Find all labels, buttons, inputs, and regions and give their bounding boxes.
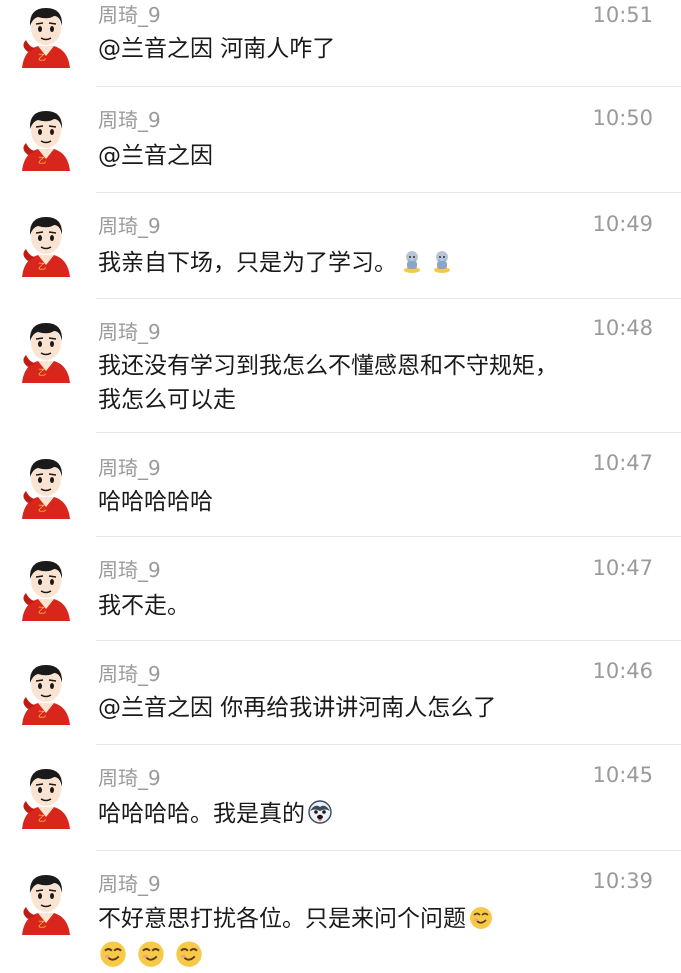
comment-item[interactable]: 乙 周琦_9 10:50 @兰音之因 [0,87,681,193]
avatar[interactable]: 乙 [16,763,76,829]
avatar[interactable]: 乙 [16,105,76,171]
avatar[interactable]: 乙 [16,869,76,935]
svg-text:乙: 乙 [38,710,46,719]
username[interactable]: 周琦_9 [98,765,161,791]
timestamp: 10:45 [592,763,653,787]
comment-item[interactable]: 乙 周琦_9 10:49 我亲自下场，只是为了学习。 [0,193,681,299]
timestamp: 10:51 [592,3,653,27]
avatar[interactable]: 乙 [16,555,76,621]
message-text-content: 不好意思打扰各位。只是来问个问题 [98,906,466,932]
message-text: 我亲自下场，只是为了学习。 [98,246,568,280]
avatar[interactable]: 乙 [16,211,76,277]
svg-text:乙: 乙 [38,368,46,377]
avatar[interactable]: 乙 [16,659,76,725]
avatar-cartoon-icon: 乙 [22,665,70,725]
svg-text:乙: 乙 [38,53,46,62]
svg-text:乙: 乙 [38,606,46,615]
message-text: 哈哈哈哈哈 [98,489,213,515]
emoji-row [96,938,210,968]
avatar-cartoon-icon: 乙 [22,217,70,277]
comment-item[interactable]: 乙 周琦_9 10:47 我不走。 [0,537,681,641]
avatar[interactable]: 乙 [16,453,76,519]
avatar-cartoon-icon: 乙 [22,769,70,829]
timestamp: 10:46 [592,659,653,683]
svg-text:乙: 乙 [38,156,46,165]
avatar-cartoon-icon: 乙 [22,459,70,519]
comment-item[interactable]: 乙 周琦_9 10:48 我还没有学习到我怎么不懂感恩和不守规矩，我怎么可以走 [0,299,681,433]
username[interactable]: 周琦_9 [98,319,161,345]
username[interactable]: 周琦_9 [98,557,161,583]
username[interactable]: 周琦_9 [98,213,161,239]
doge-face-emoji [136,938,166,968]
message-text: @兰音之因 你再给我讲讲河南人怎么了 [98,695,497,721]
husky-face-emoji [307,799,333,825]
username[interactable]: 周琦_9 [98,661,161,687]
comment-item[interactable]: 乙 周琦_9 10:45 哈哈哈哈。我是真的 [0,745,681,851]
message-text: @兰音之因 [98,143,213,169]
avatar[interactable]: 乙 [16,2,76,68]
doge-face-emoji [174,938,204,968]
username[interactable]: 周琦_9 [98,2,161,28]
svg-text:乙: 乙 [38,504,46,513]
avatar-cartoon-icon: 乙 [22,323,70,383]
message-text: 不好意思打扰各位。只是来问个问题 [98,902,578,936]
timestamp: 10:50 [592,106,653,130]
avatar-cartoon-icon: 乙 [22,8,70,68]
comment-item[interactable]: 乙 周琦_9 10:39 不好意思打扰各位。只是来问个问题 [0,851,681,973]
timestamp: 10:47 [592,556,653,580]
timestamp: 10:39 [592,869,653,893]
avatar[interactable]: 乙 [16,317,76,383]
username[interactable]: 周琦_9 [98,107,161,133]
avatar-cartoon-icon: 乙 [22,111,70,171]
message-text-content: 我亲自下场，只是为了学习。 [98,250,397,276]
comment-feed: 乙 周琦_9 10:51 @兰音之因 河南人咋了 乙 周琦_9 10:50 @兰… [0,0,681,973]
svg-text:乙: 乙 [38,814,46,823]
crying-figure-emoji [429,248,455,274]
comment-item[interactable]: 乙 周琦_9 10:51 @兰音之因 河南人咋了 [0,0,681,87]
message-text-content: 哈哈哈哈。我是真的 [98,801,305,827]
timestamp: 10:49 [592,212,653,236]
avatar-cartoon-icon: 乙 [22,561,70,621]
doge-face-emoji [468,904,494,930]
doge-face-emoji [98,938,128,968]
comment-item[interactable]: 乙 周琦_9 10:47 哈哈哈哈哈 [0,433,681,537]
message-text: @兰音之因 河南人咋了 [98,36,336,62]
timestamp: 10:48 [592,316,653,340]
svg-text:乙: 乙 [38,262,46,271]
timestamp: 10:47 [592,451,653,475]
comment-item[interactable]: 乙 周琦_9 10:46 @兰音之因 你再给我讲讲河南人怎么了 [0,641,681,745]
message-text: 哈哈哈哈。我是真的 [98,797,568,831]
crying-figure-emoji [399,248,425,274]
username[interactable]: 周琦_9 [98,871,161,897]
svg-text:乙: 乙 [38,920,46,929]
message-text: 我还没有学习到我怎么不懂感恩和不守规矩，我怎么可以走 [98,353,558,413]
avatar-cartoon-icon: 乙 [22,875,70,935]
username[interactable]: 周琦_9 [98,455,161,481]
message-text: 我不走。 [98,593,190,619]
